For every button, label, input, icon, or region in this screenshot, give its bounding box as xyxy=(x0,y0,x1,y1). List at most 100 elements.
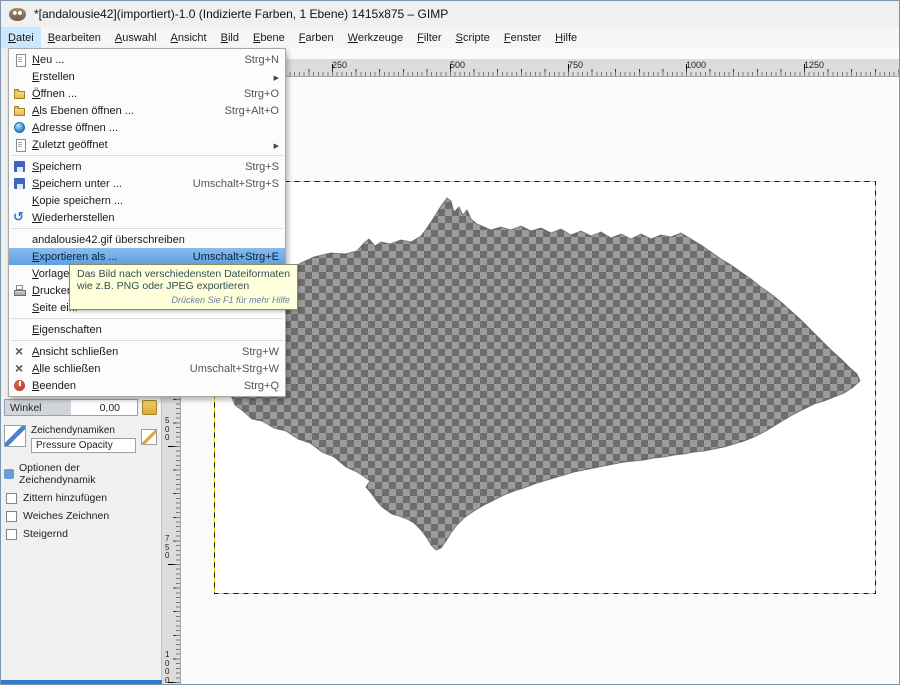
menubar-item-bearbeiten[interactable]: Bearbeiten xyxy=(41,27,108,48)
andalusia-region-shape xyxy=(227,198,860,550)
menu-item-shortcut: Umschalt+Strg+E xyxy=(179,251,279,263)
menubar-item-scripte[interactable]: Scripte xyxy=(449,27,497,48)
ruler-label: 500 xyxy=(165,417,172,443)
menubar-item-hilfe[interactable]: Hilfe xyxy=(548,27,584,48)
checkbox-icon xyxy=(6,493,17,504)
menu-item-label: Als Ebenen öffnen ... xyxy=(32,105,134,117)
menu-item-label: Adresse öffnen ... xyxy=(32,122,118,134)
icon-slot xyxy=(12,232,28,248)
checkbox-label: Steigernd xyxy=(23,528,68,540)
document-icon xyxy=(12,137,28,153)
menu-item-label: Kopie speichern ... xyxy=(32,195,123,207)
angle-value: 0,00 xyxy=(100,402,132,414)
dynamics-label: Zeichendynamiken xyxy=(31,425,136,436)
menu-item-eigenschaften[interactable]: Eigenschaften xyxy=(9,321,285,338)
globe-icon xyxy=(12,120,28,136)
menu-separator xyxy=(11,318,283,319)
file-menu-dropdown: Neu ... Strg+N Erstellen Öffnen ... Strg… xyxy=(8,48,286,397)
menubar-item-werkzeuge[interactable]: Werkzeuge xyxy=(341,27,410,48)
checkbox-label: Zittern hinzufügen xyxy=(23,492,107,504)
menu-item-als-ebenen-oeffnen[interactable]: Als Ebenen öffnen ... Strg+Alt+O xyxy=(9,102,285,119)
angle-row: Winkel 0,00 xyxy=(4,399,157,416)
ruler-label: 500 xyxy=(450,60,465,70)
menubar-label: Fenster xyxy=(504,32,541,44)
dynamics-column: Zeichendynamiken Pressure Opacity xyxy=(31,425,136,453)
submenu-arrow-icon xyxy=(274,139,279,151)
menubar-item-datei[interactable]: Datei xyxy=(1,27,41,48)
checkbox-incremental[interactable]: Steigernd xyxy=(4,528,157,540)
menu-item-neu[interactable]: Neu ... Strg+N xyxy=(9,51,285,68)
menu-item-exportieren-als[interactable]: Exportieren als ... Umschalt+Strg+E xyxy=(9,248,285,265)
window-bottom-border xyxy=(1,680,162,684)
menu-item-shortcut: Strg+S xyxy=(231,161,279,173)
menu-item-ueberschreiben[interactable]: andalousie42.gif überschreiben xyxy=(9,231,285,248)
menu-item-label: Eigenschaften xyxy=(32,324,102,336)
menu-item-wiederherstellen[interactable]: Wiederherstellen xyxy=(9,209,285,226)
menubar-label: Farben xyxy=(299,32,334,44)
checkbox-smooth-stroke[interactable]: Weiches Zeichnen xyxy=(4,510,157,522)
tooltip-line-2: wie z.B. PNG oder JPEG exportieren xyxy=(77,280,290,292)
menu-item-label: Zuletzt geöffnet xyxy=(32,139,108,151)
edit-dynamics-icon[interactable] xyxy=(141,429,157,445)
menu-item-zuletzt-geoeffnet[interactable]: Zuletzt geöffnet xyxy=(9,136,285,153)
exit-icon xyxy=(12,378,28,394)
menubar-label: Werkzeuge xyxy=(348,32,403,44)
ruler-label: 750 xyxy=(165,535,172,561)
menubar-label: Bild xyxy=(221,32,239,44)
window-title: *[andalousie42](importiert)-1.0 (Indizie… xyxy=(34,7,448,21)
menu-item-shortcut: Umschalt+Strg+W xyxy=(176,363,279,375)
folder-icon xyxy=(12,103,28,119)
menu-item-shortcut: Strg+Q xyxy=(230,380,279,392)
randomize-icon[interactable] xyxy=(142,400,157,415)
dynamics-icon[interactable] xyxy=(4,425,26,447)
checkbox-icon xyxy=(6,511,17,522)
close-icon xyxy=(12,361,28,377)
ruler-label: 1250 xyxy=(804,60,824,70)
dynamics-options-label: Optionen der Zeichendynamik xyxy=(19,462,157,486)
ruler-label: 250 xyxy=(332,60,347,70)
menubar-label: Scripte xyxy=(456,32,490,44)
menu-item-alle-schliessen[interactable]: Alle schließen Umschalt+Strg+W xyxy=(9,360,285,377)
menu-item-beenden[interactable]: Beenden Strg+Q xyxy=(9,377,285,394)
angle-label: Winkel xyxy=(10,402,42,414)
submenu-arrow-icon xyxy=(274,71,279,83)
menu-item-oeffnen[interactable]: Öffnen ... Strg+O xyxy=(9,85,285,102)
dynamics-select[interactable]: Pressure Opacity xyxy=(31,438,136,453)
menu-item-shortcut: Strg+W xyxy=(228,346,279,358)
document-icon xyxy=(12,52,28,68)
menu-item-erstellen[interactable]: Erstellen xyxy=(9,68,285,85)
icon-slot xyxy=(12,266,28,282)
menu-item-shortcut: Strg+O xyxy=(230,88,279,100)
menubar-label: Datei xyxy=(8,32,34,44)
menu-item-adresse-oeffnen[interactable]: Adresse öffnen ... xyxy=(9,119,285,136)
menu-item-speichern[interactable]: Speichern Strg+S xyxy=(9,158,285,175)
canvas-drawing-area[interactable] xyxy=(214,181,876,594)
menubar-item-farben[interactable]: Farben xyxy=(292,27,341,48)
menu-item-label: Alle schließen xyxy=(32,363,100,375)
menu-item-ansicht-schliessen[interactable]: Ansicht schließen Strg+W xyxy=(9,343,285,360)
menubar-item-fenster[interactable]: Fenster xyxy=(497,27,548,48)
icon-slot xyxy=(12,300,28,316)
menu-item-shortcut: Strg+Alt+O xyxy=(211,105,279,117)
menu-item-label: Öffnen ... xyxy=(32,88,77,100)
title-bar: *[andalousie42](importiert)-1.0 (Indizie… xyxy=(1,1,899,28)
menu-separator xyxy=(11,228,283,229)
menubar-label: Hilfe xyxy=(555,32,577,44)
menubar-item-ebene[interactable]: Ebene xyxy=(246,27,292,48)
angle-slider[interactable]: Winkel 0,00 xyxy=(4,399,138,416)
dynamics-options-expander[interactable]: Optionen der Zeichendynamik xyxy=(4,462,157,486)
checkbox-label: Weiches Zeichnen xyxy=(23,510,109,522)
menubar-item-filter[interactable]: Filter xyxy=(410,27,448,48)
horizontal-ruler[interactable]: 250 500 750 1000 1250 xyxy=(181,59,899,77)
menubar-item-bild[interactable]: Bild xyxy=(214,27,246,48)
menu-item-speichern-unter[interactable]: Speichern unter ... Umschalt+Strg+S xyxy=(9,175,285,192)
canvas-viewport[interactable] xyxy=(181,48,899,684)
menubar-item-ansicht[interactable]: Ansicht xyxy=(164,27,214,48)
menu-item-label: andalousie42.gif überschreiben xyxy=(32,234,185,246)
checkbox-icon xyxy=(6,529,17,540)
ruler-label: 1000 xyxy=(165,651,172,685)
menu-separator xyxy=(11,155,283,156)
menu-item-kopie-speichern[interactable]: Kopie speichern ... xyxy=(9,192,285,209)
menubar-item-auswahl[interactable]: Auswahl xyxy=(108,27,164,48)
checkbox-jitter[interactable]: Zittern hinzufügen xyxy=(4,492,157,504)
